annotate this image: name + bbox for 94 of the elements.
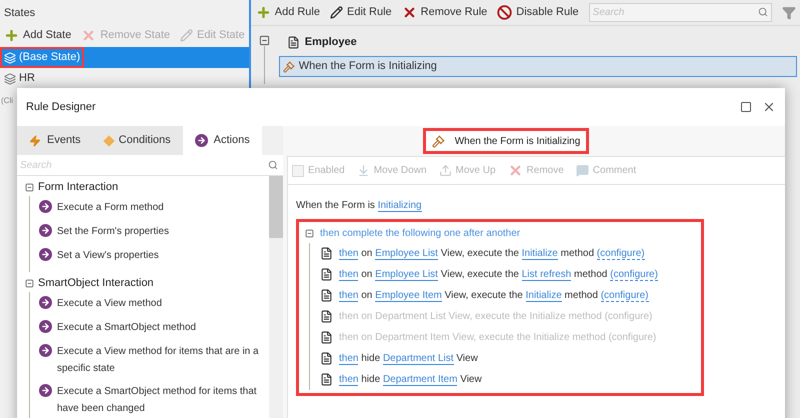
rule-title: When the Form is Initializing [422, 128, 590, 154]
plus-icon [256, 5, 271, 20]
scrollbar[interactable] [269, 176, 283, 418]
ban-icon [497, 5, 512, 20]
configure-link[interactable]: (configure) [600, 290, 648, 302]
collapse-icon[interactable] [305, 229, 314, 238]
arrow-right-icon [39, 344, 52, 357]
link[interactable]: Department Item [382, 374, 458, 386]
link[interactable]: Initializing [378, 200, 422, 212]
link[interactable]: Initialize [522, 248, 558, 260]
arrow-right-icon [39, 248, 52, 261]
action-item[interactable]: Execute a Form method [39, 196, 269, 220]
gavel-icon [282, 60, 295, 72]
block-label[interactable]: then complete the following one after another [320, 226, 520, 241]
tab[interactable]: Actions [182, 126, 262, 155]
tab[interactable]: Events [17, 126, 93, 155]
pencil-icon [180, 28, 194, 42]
document-icon [286, 36, 300, 48]
layers-icon [4, 52, 16, 64]
collapse-icon[interactable] [259, 35, 270, 46]
layers-icon [4, 72, 16, 84]
lightning-icon [29, 134, 41, 146]
dialog-title: Rule Designer [26, 100, 96, 115]
arrow-right-icon [39, 320, 52, 333]
action-item[interactable]: Execute a View method for items that are in a specific state [39, 340, 269, 380]
link[interactable]: then [339, 268, 358, 280]
arrow-right-icon [39, 384, 52, 397]
configure-link[interactable]: (configure) [610, 268, 658, 280]
action-rule-text: then on Employee Item View, execute the Initialize method (configure) [339, 288, 648, 302]
link[interactable]: Department List [382, 352, 454, 364]
toolbar-button[interactable]: Add State [4, 26, 72, 44]
arrow-up-icon [438, 164, 452, 177]
link[interactable]: then [339, 248, 358, 260]
action-rule-text: then on Employee List View, execute the List refresh method (configure) [339, 268, 658, 282]
link[interactable]: then [339, 290, 358, 302]
action-rule-text: then on Department Item View, execute the Initialize method (configure) [339, 330, 656, 344]
document-icon [320, 372, 333, 386]
link[interactable]: List refresh [522, 268, 572, 280]
tab[interactable]: Conditions [92, 126, 183, 155]
action-item[interactable]: Execute a View method [39, 292, 269, 316]
document-icon [320, 352, 333, 364]
state-item[interactable]: (Base State) [0, 47, 84, 68]
state-row[interactable]: (Base State) [0, 47, 249, 68]
document-icon [320, 330, 333, 344]
action-rule-text: then on Department List View, execute the Initialize method (configure) [339, 310, 652, 324]
group-title: Form Interaction [38, 180, 118, 196]
link[interactable]: Employee List [375, 248, 438, 260]
action-item[interactable]: Execute a SmartObject method for items that have been changed [39, 380, 269, 418]
rule-row[interactable]: When the Form is Initializing [278, 56, 797, 77]
comment-icon [576, 164, 589, 177]
collapse-icon[interactable] [25, 183, 34, 192]
panel-title: States [3, 6, 36, 21]
link[interactable]: Initialize [526, 290, 562, 302]
toolbar-button[interactable]: Add Rule [256, 4, 320, 21]
configure-link[interactable]: (configure) [596, 248, 645, 260]
state-item[interactable]: HR [0, 68, 39, 89]
collapse-icon[interactable] [25, 279, 34, 288]
action-rule-text: then hide Department List View [339, 352, 478, 366]
action-item[interactable]: Set a View's properties [39, 244, 269, 268]
link[interactable]: Employee List [375, 268, 438, 280]
action-rule-text: then hide Department Item View [339, 372, 482, 386]
close-icon [402, 5, 417, 20]
document-icon [320, 310, 333, 322]
arrow-down-icon [356, 164, 370, 177]
gavel-icon [432, 134, 445, 148]
toolbar-button[interactable]: Edit Rule [330, 4, 392, 21]
pencil-icon [330, 6, 343, 19]
toolbar-button[interactable]: Remove Rule [402, 4, 488, 21]
action-item[interactable]: Execute a SmartObject method [39, 316, 269, 340]
plus-icon [4, 28, 19, 42]
document-icon [320, 268, 333, 280]
arrow-right-icon [39, 296, 52, 309]
maximize-icon[interactable] [740, 101, 752, 113]
action-rule-text: then on Employee List View, execute the Initialize method (configure) [339, 246, 645, 260]
cut-text: (Cli [0, 95, 14, 107]
close-icon [81, 28, 96, 42]
search-icon [268, 160, 278, 170]
link[interactable]: then [339, 352, 358, 364]
link[interactable]: Employee Item [375, 290, 442, 302]
group-title: SmartObject Interaction [38, 276, 154, 292]
toolbar-button[interactable]: Disable Rule [497, 4, 579, 21]
arrow-right-icon [194, 134, 208, 147]
document-icon [320, 246, 333, 260]
tree-item[interactable]: Employee [304, 34, 357, 50]
action-item[interactable]: Set the Form's properties [39, 220, 269, 244]
close-icon[interactable] [762, 100, 776, 114]
search-icon [758, 7, 768, 17]
link[interactable]: then [339, 374, 358, 386]
state-row[interactable]: HR [0, 68, 249, 89]
arrow-right-icon [39, 200, 52, 213]
close-icon [508, 163, 523, 178]
event-text: When the Form is Initializing [296, 200, 422, 212]
arrow-right-icon [39, 224, 52, 237]
document-icon [320, 288, 333, 302]
